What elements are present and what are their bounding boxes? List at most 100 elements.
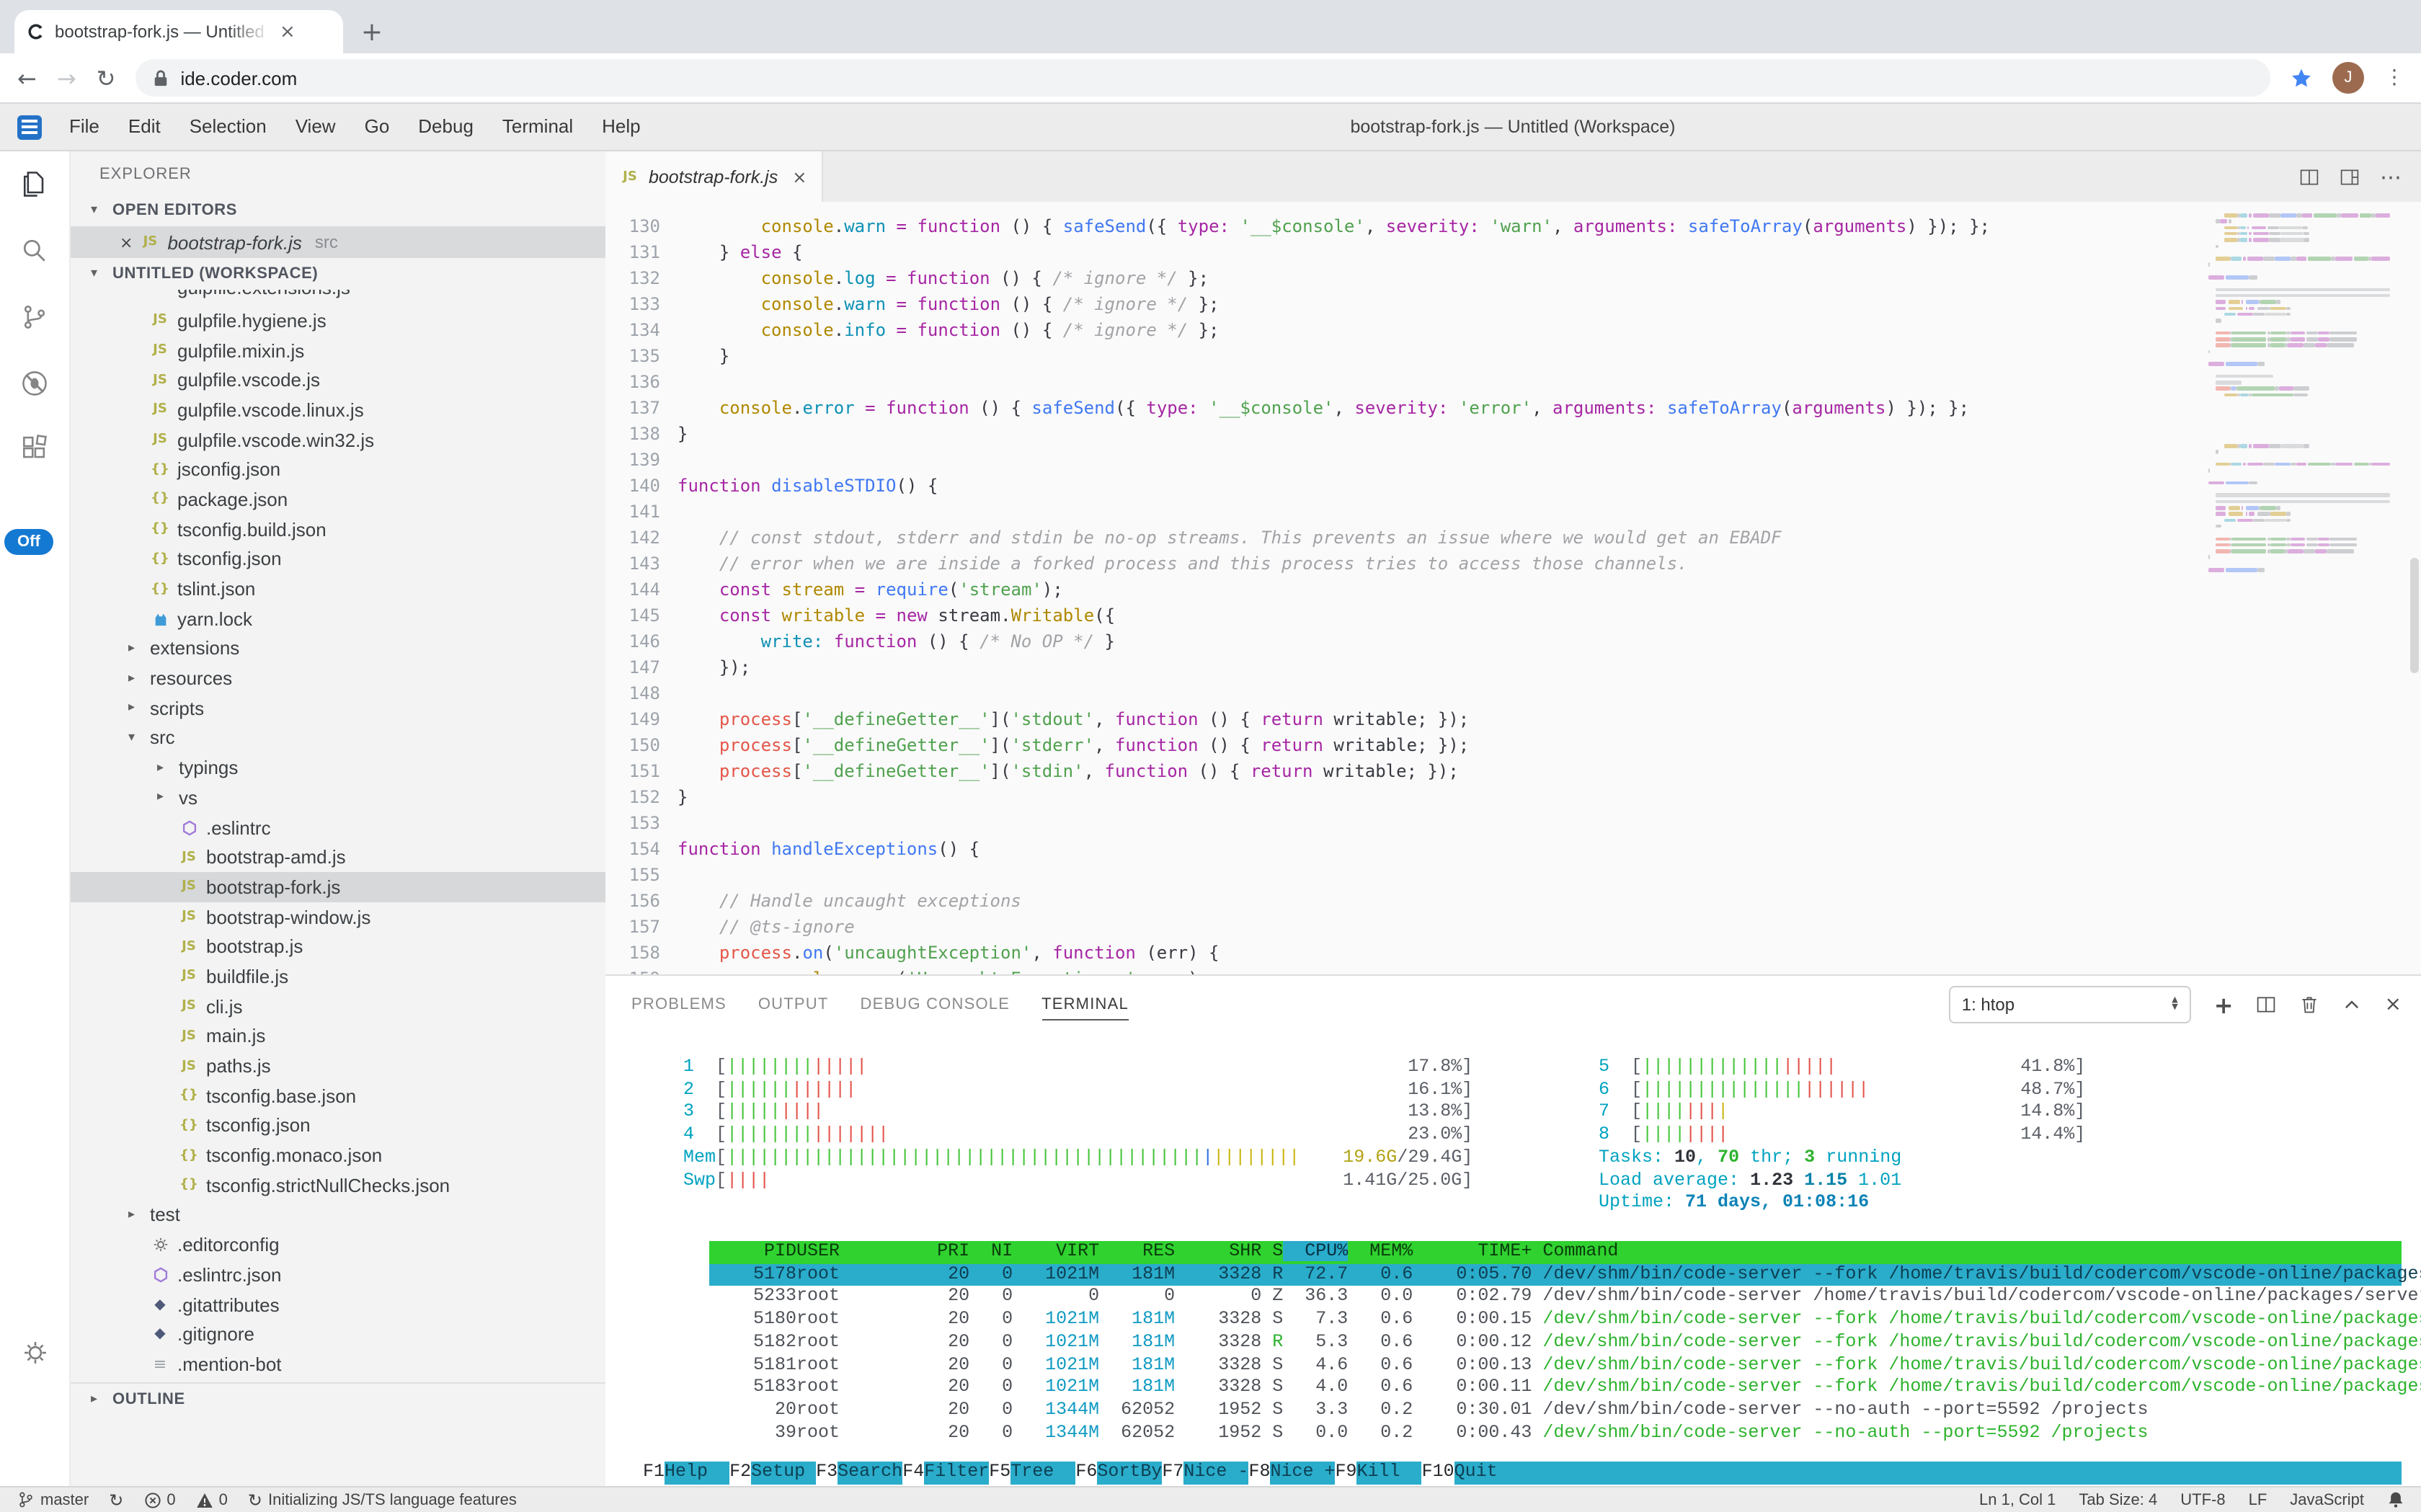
menu-view[interactable]: View bbox=[283, 104, 349, 150]
tree-item-.gitignore[interactable]: ◆.gitignore bbox=[71, 1320, 605, 1349]
status-lf[interactable]: LF bbox=[2249, 1491, 2267, 1508]
tree-item-tsconfig.base.json[interactable]: {}tsconfig.base.json bbox=[71, 1081, 605, 1111]
kill-terminal-icon[interactable] bbox=[2300, 995, 2320, 1015]
tree-item-.gitattributes[interactable]: ◆.gitattributes bbox=[71, 1289, 605, 1319]
tree-item-gulpfile.vscode.js[interactable]: JSgulpfile.vscode.js bbox=[71, 365, 605, 395]
tree-item-tsconfig.monaco.json[interactable]: {}tsconfig.monaco.json bbox=[71, 1141, 605, 1170]
status-spinner[interactable]: ↻Initializing JS/TS language features bbox=[248, 1490, 517, 1510]
reload-icon[interactable]: ↻ bbox=[97, 64, 116, 92]
new-tab-button[interactable]: + bbox=[352, 12, 392, 52]
tree-item-tslint.json[interactable]: {}tslint.json bbox=[71, 574, 605, 603]
status-utf-8[interactable]: UTF-8 bbox=[2180, 1491, 2225, 1508]
tree-item-.eslintrc.json[interactable]: .eslintrc.json bbox=[71, 1260, 605, 1289]
split-terminal-icon[interactable] bbox=[2257, 995, 2277, 1015]
status-error[interactable]: 0 bbox=[143, 1491, 175, 1508]
maximize-panel-icon[interactable] bbox=[2343, 995, 2362, 1014]
split-editor-icon[interactable] bbox=[2299, 166, 2319, 187]
panel-tab-output[interactable]: OUTPUT bbox=[758, 990, 829, 1020]
panel-tab-problems[interactable]: PROBLEMS bbox=[631, 990, 727, 1020]
app-logo-icon[interactable] bbox=[17, 115, 42, 139]
fnkey-f8[interactable]: F8 bbox=[1248, 1462, 1270, 1485]
tree-item-src[interactable]: ▾src bbox=[71, 723, 605, 752]
tree-item-gulpfile.hygiene.js[interactable]: JSgulpfile.hygiene.js bbox=[71, 306, 605, 335]
tree-item-.eslintrc[interactable]: .eslintrc bbox=[71, 812, 605, 842]
status-warning[interactable]: 0 bbox=[196, 1491, 228, 1508]
tab-close-icon[interactable]: × bbox=[280, 21, 296, 43]
tree-item-typings[interactable]: ▸typings bbox=[71, 753, 605, 783]
fnkey-f3[interactable]: F3 bbox=[816, 1462, 838, 1485]
avatar[interactable]: J bbox=[2332, 62, 2364, 94]
status-tab-size-4[interactable]: Tab Size: 4 bbox=[2079, 1491, 2157, 1508]
activity-source-control-icon[interactable] bbox=[0, 284, 69, 350]
close-icon[interactable]: × bbox=[120, 233, 133, 252]
tree-item-scripts[interactable]: ▸scripts bbox=[71, 693, 605, 723]
tree-item-.mention-bot[interactable]: ≡.mention-bot bbox=[71, 1349, 605, 1379]
tree-item-tsconfig.json[interactable]: {}tsconfig.json bbox=[71, 1111, 605, 1140]
settings-gear-icon[interactable] bbox=[0, 1319, 69, 1385]
panel-tab-terminal[interactable]: TERMINAL bbox=[1041, 990, 1129, 1020]
terminal-select[interactable]: 1: htop ▲▼ bbox=[1949, 986, 2191, 1023]
activity-explorer-icon[interactable] bbox=[0, 151, 69, 218]
workspace-header[interactable]: ▾ UNTITLED (WORKSPACE) bbox=[71, 258, 605, 290]
fnkey-f6[interactable]: F6 bbox=[1075, 1462, 1097, 1485]
activity-debug-icon[interactable] bbox=[0, 350, 69, 417]
editor-layout-icon[interactable] bbox=[2340, 166, 2360, 187]
tree-item-bootstrap-window.js[interactable]: JSbootstrap-window.js bbox=[71, 902, 605, 932]
tree-item-package.json[interactable]: {}package.json bbox=[71, 484, 605, 514]
fnkey-f7[interactable]: F7 bbox=[1162, 1462, 1183, 1485]
tree-item-paths.js[interactable]: JSpaths.js bbox=[71, 1051, 605, 1080]
tree-item-buildfile.js[interactable]: JSbuildfile.js bbox=[71, 961, 605, 991]
menu-edit[interactable]: Edit bbox=[115, 104, 174, 150]
fnkey-f4[interactable]: F4 bbox=[902, 1462, 924, 1485]
menu-help[interactable]: Help bbox=[589, 104, 654, 150]
tree-item-tsconfig.json[interactable]: {}tsconfig.json bbox=[71, 544, 605, 574]
tree-item-gulpfile.vscode.win32.js[interactable]: JSgulpfile.vscode.win32.js bbox=[71, 425, 605, 455]
fnkey-f5[interactable]: F5 bbox=[989, 1462, 1010, 1485]
tree-item-cli.js[interactable]: JScli.js bbox=[71, 992, 605, 1021]
tree-item-bootstrap-fork.js[interactable]: JSbootstrap-fork.js bbox=[71, 872, 605, 902]
menu-selection[interactable]: Selection bbox=[177, 104, 280, 150]
fnkey-f1[interactable]: F1 bbox=[643, 1462, 665, 1485]
url-bar[interactable]: ide.coder.com bbox=[136, 59, 2270, 97]
new-terminal-icon[interactable]: + bbox=[2214, 991, 2234, 1018]
open-editor-item[interactable]: × JS bootstrap-fork.js src bbox=[71, 226, 605, 258]
menu-file[interactable]: File bbox=[56, 104, 112, 150]
tree-item-yarn.lock[interactable]: yarn.lock bbox=[71, 604, 605, 633]
menu-go[interactable]: Go bbox=[352, 104, 403, 150]
open-editors-header[interactable]: ▾ OPEN EDITORS bbox=[71, 195, 605, 226]
activity-extensions-icon[interactable] bbox=[0, 417, 69, 483]
notifications-bell-icon[interactable] bbox=[2387, 1490, 2404, 1509]
panel-tab-debug-console[interactable]: DEBUG CONSOLE bbox=[861, 990, 1010, 1020]
menu-debug[interactable]: Debug bbox=[405, 104, 487, 150]
code-editor[interactable]: 130 console.warn = function () { safeSen… bbox=[605, 202, 2421, 974]
tree-item-tsconfig.strictNullChecks.json[interactable]: {}tsconfig.strictNullChecks.json bbox=[71, 1170, 605, 1200]
fnkey-f10[interactable]: F10 bbox=[1422, 1462, 1454, 1485]
status-javascript[interactable]: JavaScript bbox=[2290, 1491, 2364, 1508]
terminal[interactable]: 1 [||||||||||||| 17.8%]2 [|||||||||||| 1… bbox=[605, 1033, 2421, 1486]
tree-item-bootstrap-amd.js[interactable]: JSbootstrap-amd.js bbox=[71, 842, 605, 872]
tree-item-vs[interactable]: ▸vs bbox=[71, 783, 605, 812]
tree-item-extensions[interactable]: ▸extensions bbox=[71, 633, 605, 663]
tree-item-test[interactable]: ▸test bbox=[71, 1200, 605, 1229]
tree-item-resources[interactable]: ▸resources bbox=[71, 664, 605, 693]
close-panel-icon[interactable]: × bbox=[2385, 993, 2402, 1016]
editor-tab[interactable]: JS bootstrap-fork.js × bbox=[605, 151, 822, 202]
back-icon[interactable]: ← bbox=[17, 64, 37, 92]
browser-menu-icon[interactable]: ⋮ bbox=[2384, 66, 2404, 89]
status-branch[interactable]: master bbox=[17, 1490, 89, 1509]
menu-terminal[interactable]: Terminal bbox=[489, 104, 586, 150]
off-badge[interactable]: Off bbox=[4, 529, 53, 555]
tree-item-gulpfile.vscode.linux.js[interactable]: JSgulpfile.vscode.linux.js bbox=[71, 395, 605, 424]
more-actions-icon[interactable]: ⋯ bbox=[2380, 164, 2402, 190]
browser-tab[interactable]: bootstrap-fork.js — Untitled (V × bbox=[14, 10, 343, 53]
tree-item-gulpfile.mixin.js[interactable]: JSgulpfile.mixin.js bbox=[71, 335, 605, 365]
tree-item-bootstrap.js[interactable]: JSbootstrap.js bbox=[71, 932, 605, 961]
status-sync[interactable]: ↻ bbox=[109, 1490, 123, 1510]
tab-close-icon[interactable]: × bbox=[792, 166, 807, 187]
fnkey-f9[interactable]: F9 bbox=[1336, 1462, 1357, 1485]
tree-item-gulpfile.extensions.js[interactable]: JSgulpfile.extensions.js bbox=[71, 290, 605, 306]
status-ln-1-col-1[interactable]: Ln 1, Col 1 bbox=[1979, 1491, 2056, 1508]
minimap[interactable] bbox=[2208, 210, 2399, 974]
tree-item-main.js[interactable]: JSmain.js bbox=[71, 1021, 605, 1051]
tree-item-tsconfig.build.json[interactable]: {}tsconfig.build.json bbox=[71, 515, 605, 544]
